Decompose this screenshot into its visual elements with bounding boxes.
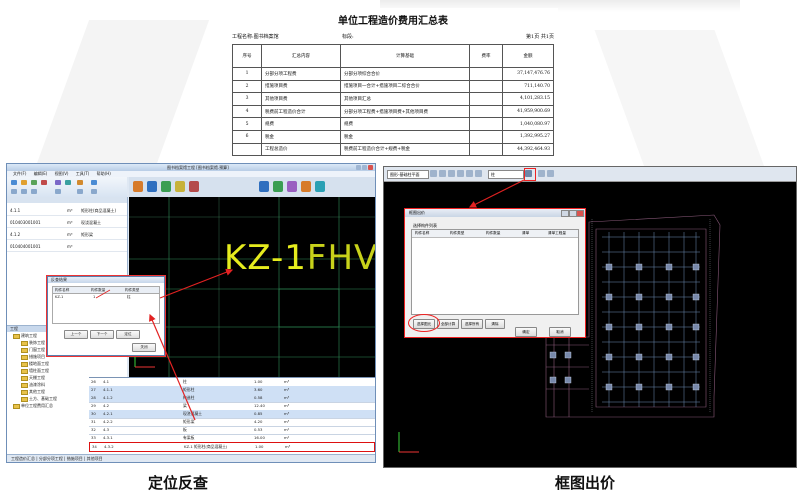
caption-locate-reverse: 定位反查 [148,474,209,492]
callout-arrows [95,179,525,421]
arrow-toolbar-to-dialog [468,179,525,208]
arrow-grid-to-dialog [149,313,196,421]
caption-box-estimate: 框图出价 [555,474,616,492]
arrow-dialog-to-cad [159,268,234,299]
arrow-row-link [95,289,111,299]
